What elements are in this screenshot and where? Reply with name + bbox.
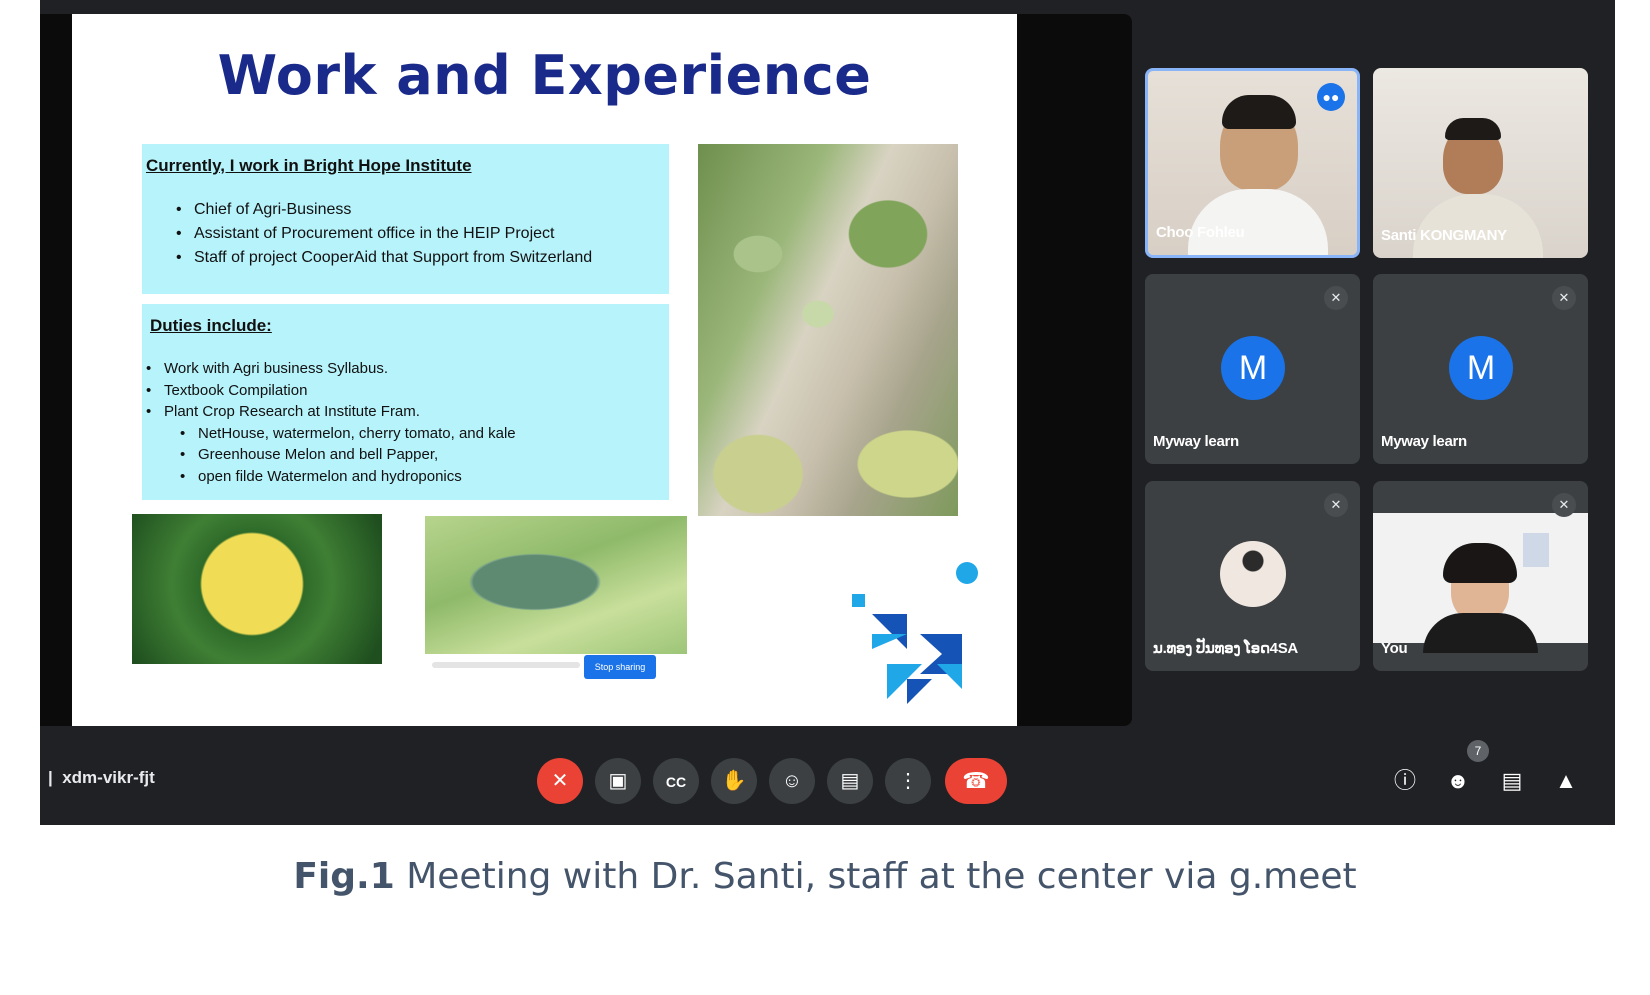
participant-tile[interactable]: ✕ M Myway learn	[1373, 274, 1588, 464]
raise-hand-icon: ✋	[721, 770, 747, 792]
activities-icon: ▲	[1555, 768, 1577, 793]
participant-tile[interactable]: Santi KONGMANY	[1373, 68, 1588, 258]
figure-caption: Fig.1 Meeting with Dr. Santi, staff at t…	[0, 856, 1650, 897]
avatar	[1220, 541, 1286, 607]
window-top-edge	[40, 0, 1615, 14]
slide-title: Work and Experience	[217, 44, 872, 107]
more-icon: ⋮	[898, 770, 918, 792]
caption-label: Fig.1	[293, 856, 395, 897]
mic-off-icon: ✕	[1552, 493, 1576, 517]
chat-icon: ▤	[1501, 768, 1523, 793]
shared-slide: Work and Experience Currently, I work in…	[72, 14, 1017, 726]
yellow-melon-photo	[132, 514, 382, 664]
duties-box: Duties include: Work with Agri business …	[142, 304, 669, 500]
participant-tile[interactable]: ●● Choo Fohleu	[1145, 68, 1360, 258]
decor-shapes	[852, 594, 962, 704]
sharing-notice-bar	[432, 662, 580, 668]
melon-plants-photo	[698, 144, 958, 516]
participant-tile[interactable]: ✕ M Myway learn	[1145, 274, 1360, 464]
avatar: M	[1449, 336, 1513, 400]
presentation-stage[interactable]: Work and Experience Currently, I work in…	[40, 14, 1132, 726]
present-icon: ▤	[840, 770, 860, 792]
duties-heading: Duties include:	[150, 316, 272, 335]
mic-off-icon: ✕	[551, 770, 569, 792]
watermelon-photo	[425, 516, 687, 654]
info-icon: ⓘ	[1393, 768, 1416, 793]
mic-off-icon: ✕	[1552, 286, 1576, 310]
current-work-list: Chief of Agri-Business Assistant of Proc…	[176, 198, 592, 270]
present-button[interactable]: ▤	[827, 758, 873, 804]
participant-tile[interactable]: ✕ ນ.ທອງ ປັນທອງ ໂອດ4SA	[1145, 481, 1360, 671]
list-subitem: NetHouse, watermelon, cherry tomato, and…	[146, 423, 516, 445]
participant-name: You	[1381, 640, 1408, 657]
people-icon: ☻	[1446, 768, 1470, 793]
self-video	[1373, 513, 1588, 653]
control-bar: | xdm-vikr-fjt ✕ ▣ CC ✋ ☺ ▤ ⋮ ☎ ⓘ 7 ☻ ▤ …	[40, 726, 1615, 825]
current-work-heading: Currently, I work in Bright Hope Institu…	[146, 156, 472, 175]
meeting-code: | xdm-vikr-fjt	[48, 768, 155, 787]
captions-button[interactable]: CC	[653, 758, 699, 804]
raise-hand-button[interactable]: ✋	[711, 758, 757, 804]
camera-toggle-button[interactable]: ▣	[595, 758, 641, 804]
participant-name: Santi KONGMANY	[1381, 227, 1507, 244]
stop-sharing-button[interactable]: Stop sharing	[584, 655, 656, 679]
duties-list: Work with Agri business Syllabus. Textbo…	[146, 358, 516, 487]
mic-off-icon: ✕	[1324, 286, 1348, 310]
list-subitem: Greenhouse Melon and bell Papper,	[146, 444, 516, 466]
end-call-icon: ☎	[962, 768, 990, 793]
avatar: M	[1221, 336, 1285, 400]
people-count-badge: 7	[1467, 740, 1489, 762]
captions-icon: CC	[665, 774, 687, 790]
list-item: Staff of project CooperAid that Support …	[176, 246, 592, 270]
chat-button[interactable]: ▤	[1497, 766, 1527, 796]
list-item: Assistant of Procurement office in the H…	[176, 222, 592, 246]
meeting-code-text: xdm-vikr-fjt	[62, 768, 155, 787]
list-item: Plant Crop Research at Institute Fram.	[146, 401, 516, 423]
participant-name: ນ.ທອງ ປັນທອງ ໂອດ4SA	[1153, 640, 1298, 657]
participant-tile-self[interactable]: ✕ You	[1373, 481, 1588, 671]
speaking-indicator-icon: ●●	[1317, 83, 1345, 111]
participant-name: Myway learn	[1153, 433, 1239, 450]
list-subitem: open filde Watermelon and hydroponics	[146, 466, 516, 488]
more-options-button[interactable]: ⋮	[885, 758, 931, 804]
caption-text: Meeting with Dr. Santi, staff at the cen…	[394, 856, 1357, 897]
list-item: Chief of Agri-Business	[176, 198, 592, 222]
end-call-button[interactable]: ☎	[945, 758, 1007, 804]
participant-name: Myway learn	[1381, 433, 1467, 450]
activities-button[interactable]: ▲	[1551, 766, 1581, 796]
people-button[interactable]: ☻	[1443, 766, 1473, 796]
current-work-box: Currently, I work in Bright Hope Institu…	[142, 144, 669, 294]
list-item: Work with Agri business Syllabus.	[146, 358, 516, 380]
decor-dot	[956, 562, 978, 584]
meeting-details-button[interactable]: ⓘ	[1390, 766, 1420, 796]
emoji-icon: ☺	[781, 770, 803, 792]
mic-off-icon: ✕	[1324, 493, 1348, 517]
list-item: Textbook Compilation	[146, 380, 516, 402]
emoji-button[interactable]: ☺	[769, 758, 815, 804]
meet-window: Work and Experience Currently, I work in…	[40, 0, 1615, 825]
mic-toggle-button[interactable]: ✕	[537, 758, 583, 804]
camera-icon: ▣	[608, 770, 628, 792]
participant-name: Choo Fohleu	[1156, 224, 1245, 241]
